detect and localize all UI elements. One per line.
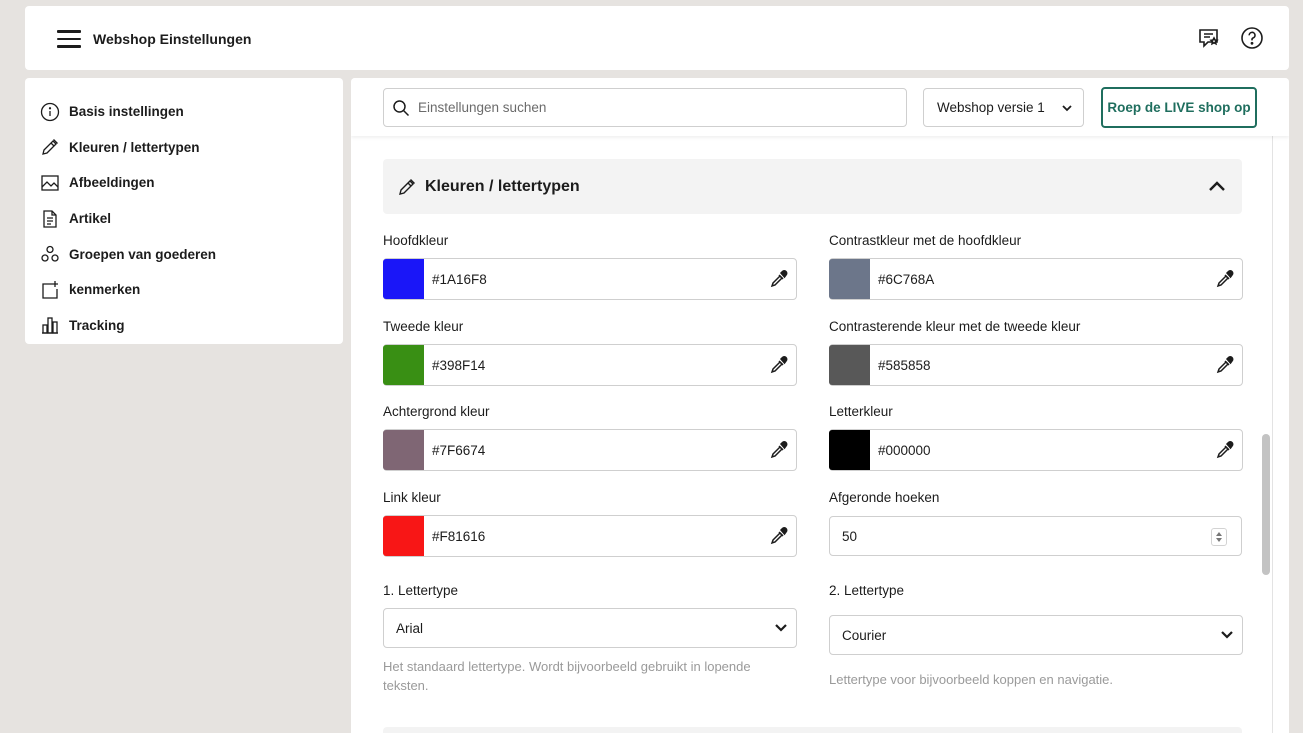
chevron-down-icon: [775, 624, 787, 632]
color-swatch[interactable]: [829, 345, 870, 385]
scroll-track: [1272, 136, 1273, 733]
sidebar-item-afbeeldingen[interactable]: Afbeeldingen: [25, 165, 343, 201]
font1-label: 1. Lettertype: [383, 583, 459, 598]
secondary-color-field: [383, 344, 797, 386]
help-icon[interactable]: [1240, 26, 1264, 50]
primary-contrast-input[interactable]: [878, 271, 1198, 287]
text-color-input[interactable]: [878, 442, 1198, 458]
sidebar-item-artikel[interactable]: Artikel: [25, 201, 343, 237]
next-section-header[interactable]: [383, 727, 1242, 733]
bar-chart-icon: [42, 317, 58, 335]
chevron-up-icon[interactable]: [1208, 179, 1226, 193]
chevron-down-icon: [1221, 631, 1233, 639]
color-swatch[interactable]: [829, 430, 870, 470]
eyedropper-icon[interactable]: [1216, 270, 1234, 288]
text-color-label: Letterkleur: [829, 404, 893, 419]
sidebar-item-groepen[interactable]: Groepen van goederen: [25, 236, 343, 272]
section-header[interactable]: Kleuren / lettertypen: [383, 159, 1242, 214]
version-select[interactable]: Webshop versie 1: [923, 88, 1084, 127]
spinner-arrows-icon: [1216, 532, 1222, 542]
color-swatch[interactable]: [383, 516, 424, 556]
sidebar-item-label: Basis instellingen: [69, 104, 184, 120]
color-swatch[interactable]: [383, 430, 424, 470]
live-shop-button[interactable]: Roep de LIVE shop op: [1101, 87, 1257, 128]
sidebar-item-tracking[interactable]: Tracking: [25, 308, 343, 344]
font2-select[interactable]: Courier: [829, 615, 1243, 655]
secondary-contrast-label: Contrasterende kleur met de tweede kleur: [829, 319, 1081, 334]
rounded-corners-label: Afgeronde hoeken: [829, 490, 940, 505]
font1-select[interactable]: Arial: [383, 608, 797, 648]
secondary-contrast-input[interactable]: [878, 357, 1198, 373]
font2-label: 2. Lettertype: [829, 583, 905, 598]
sidebar-item-label: kenmerken: [69, 282, 141, 298]
eyedropper-icon[interactable]: [770, 270, 788, 288]
eyedropper-icon[interactable]: [1216, 356, 1234, 374]
sidebar-item-kenmerken[interactable]: kenmerken: [25, 272, 343, 308]
search-input[interactable]: [418, 100, 878, 115]
link-color-input[interactable]: [432, 528, 752, 544]
section-title: Kleuren / lettertypen: [425, 177, 580, 195]
menu-icon[interactable]: [57, 30, 81, 48]
pen-icon: [42, 139, 58, 156]
color-swatch[interactable]: [383, 259, 424, 299]
eyedropper-icon[interactable]: [770, 527, 788, 545]
scrollbar-thumb[interactable]: [1262, 434, 1270, 575]
sidebar-item-basis[interactable]: Basis instellingen: [25, 94, 343, 130]
pen-icon: [399, 178, 415, 195]
page-title: Webshop Einstellungen: [93, 31, 252, 47]
link-color-label: Link kleur: [383, 490, 441, 505]
primary-color-input[interactable]: [432, 271, 752, 287]
main-panel: Webshop versie 1 Roep de LIVE shop op Kl…: [351, 78, 1289, 733]
number-spinner[interactable]: [1211, 528, 1227, 546]
sidebar-item-label: Artikel: [69, 211, 112, 227]
version-select-value: Webshop versie 1: [937, 100, 1045, 115]
groups-icon: [41, 246, 59, 262]
add-attribute-icon: [42, 280, 58, 299]
background-color-label: Achtergrond kleur: [383, 404, 490, 419]
primary-contrast-field: [829, 258, 1243, 300]
secondary-color-input[interactable]: [432, 357, 752, 373]
sidebar-item-label: Afbeeldingen: [69, 175, 155, 191]
sidebar-item-kleuren[interactable]: Kleuren / lettertypen: [25, 130, 343, 166]
top-bar: Webshop Einstellungen: [25, 6, 1289, 70]
eyedropper-icon[interactable]: [770, 356, 788, 374]
font2-help-text: Lettertype voor bijvoorbeeld koppen en n…: [829, 672, 1114, 687]
eyedropper-icon[interactable]: [1216, 441, 1234, 459]
sidebar-item-label: Kleuren / lettertypen: [69, 139, 200, 155]
info-icon: [40, 102, 60, 121]
primary-contrast-label: Contrastkleur met de hoofdkleur: [829, 233, 1022, 248]
secondary-color-label: Tweede kleur: [383, 319, 464, 334]
feedback-icon[interactable]: [1197, 26, 1221, 50]
primary-color-field: [383, 258, 797, 300]
font2-value: Courier: [842, 627, 887, 643]
text-color-field: [829, 429, 1243, 471]
font1-value: Arial: [396, 620, 424, 636]
font1-help-text: Het standaard lettertype. Wordt bijvoorb…: [383, 659, 751, 693]
color-swatch[interactable]: [829, 259, 870, 299]
search-box[interactable]: [383, 88, 907, 127]
document-icon: [43, 209, 57, 228]
sidebar: Basis instellingen Kleuren / lettertypen…: [25, 78, 343, 344]
secondary-contrast-field: [829, 344, 1243, 386]
rounded-corners-value: 50: [842, 528, 858, 544]
rounded-corners-input[interactable]: 50: [829, 516, 1242, 556]
search-icon: [393, 99, 410, 116]
color-swatch[interactable]: [383, 345, 424, 385]
sidebar-item-label: Groepen van goederen: [69, 246, 217, 262]
chevron-down-icon: [1062, 105, 1072, 112]
toolbar: Webshop versie 1 Roep de LIVE shop op: [351, 78, 1289, 136]
sidebar-item-label: Tracking: [69, 317, 125, 333]
eyedropper-icon[interactable]: [770, 441, 788, 459]
background-color-field: [383, 429, 797, 471]
background-color-input[interactable]: [432, 442, 752, 458]
primary-color-label: Hoofdkleur: [383, 233, 449, 248]
link-color-field: [383, 515, 797, 557]
image-icon: [41, 175, 59, 191]
